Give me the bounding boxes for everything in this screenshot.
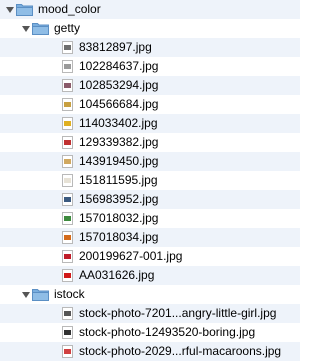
tree-row-file[interactable]: 102853294.jpg (0, 76, 300, 95)
image-file-icon (62, 326, 73, 339)
image-file-icon (62, 307, 73, 320)
file-name: 104566684.jpg (79, 97, 159, 111)
image-file-icon (62, 231, 73, 244)
file-name: stock-photo-2029...rful-macaroons.jpg (79, 344, 282, 358)
tree-row-folder-istock[interactable]: istock (0, 285, 300, 304)
file-name: 102853294.jpg (79, 78, 159, 92)
disclosure-triangle-icon[interactable] (6, 7, 14, 13)
image-file-icon (62, 79, 73, 92)
tree-row-folder-getty[interactable]: getty (0, 19, 300, 38)
image-file-icon (62, 269, 73, 282)
file-name: 151811595.jpg (79, 173, 158, 187)
tree-row-file[interactable]: 129339382.jpg (0, 133, 300, 152)
tree-row-file[interactable]: 102284637.jpg (0, 57, 300, 76)
file-name: 143919450.jpg (79, 154, 159, 168)
image-file-icon (62, 136, 73, 149)
folder-icon (32, 22, 49, 35)
tree-row-file[interactable]: 200199627-001.jpg (0, 247, 300, 266)
tree-row-file[interactable]: 83812897.jpg (0, 38, 300, 57)
file-name: 114033402.jpg (79, 116, 158, 130)
file-name: 157018034.jpg (79, 230, 159, 244)
tree-row-file[interactable]: 151811595.jpg (0, 171, 300, 190)
file-name: AA031626.jpg (79, 268, 155, 282)
folder-name: istock (54, 287, 85, 301)
tree-row-file[interactable]: AA031626.jpg (0, 266, 300, 285)
tree-row-file[interactable]: stock-photo-2029...rful-macaroons.jpg (0, 342, 300, 361)
file-name: stock-photo-7201...angry-little-girl.jpg (79, 306, 277, 320)
tree-row-file[interactable]: 104566684.jpg (0, 95, 300, 114)
tree-row-file[interactable]: 114033402.jpg (0, 114, 300, 133)
file-name: 156983952.jpg (79, 192, 159, 206)
tree-row-file[interactable]: 143919450.jpg (0, 152, 300, 171)
file-name: 83812897.jpg (79, 40, 152, 54)
file-name: stock-photo-12493520-boring.jpg (79, 325, 256, 339)
image-file-icon (62, 174, 73, 187)
image-file-icon (62, 212, 73, 225)
tree-row-file[interactable]: 157018034.jpg (0, 228, 300, 247)
folder-name: mood_color (38, 2, 101, 16)
tree-row-file[interactable]: 156983952.jpg (0, 190, 300, 209)
file-name: 200199627-001.jpg (79, 249, 183, 263)
image-file-icon (62, 41, 73, 54)
file-name: 157018032.jpg (79, 211, 159, 225)
image-file-icon (62, 155, 73, 168)
folder-icon (32, 288, 49, 301)
image-file-icon (62, 193, 73, 206)
folder-icon (16, 3, 33, 16)
tree-row-file[interactable]: 157018032.jpg (0, 209, 300, 228)
disclosure-triangle-icon[interactable] (22, 292, 30, 298)
image-file-icon (62, 345, 73, 358)
image-file-icon (62, 250, 73, 263)
folder-name: getty (54, 21, 81, 35)
file-tree: mood_colorgetty 83812897.jpg 102284637.jpg… (0, 0, 300, 361)
tree-row-file[interactable]: stock-photo-7201...angry-little-girl.jpg (0, 304, 300, 323)
image-file-icon (62, 98, 73, 111)
file-name: 102284637.jpg (79, 59, 159, 73)
file-name: 129339382.jpg (79, 135, 159, 149)
disclosure-triangle-icon[interactable] (22, 26, 30, 32)
image-file-icon (62, 60, 73, 73)
image-file-icon (62, 117, 73, 130)
tree-row-file[interactable]: stock-photo-12493520-boring.jpg (0, 323, 300, 342)
tree-row-root-folder[interactable]: mood_color (0, 0, 300, 19)
